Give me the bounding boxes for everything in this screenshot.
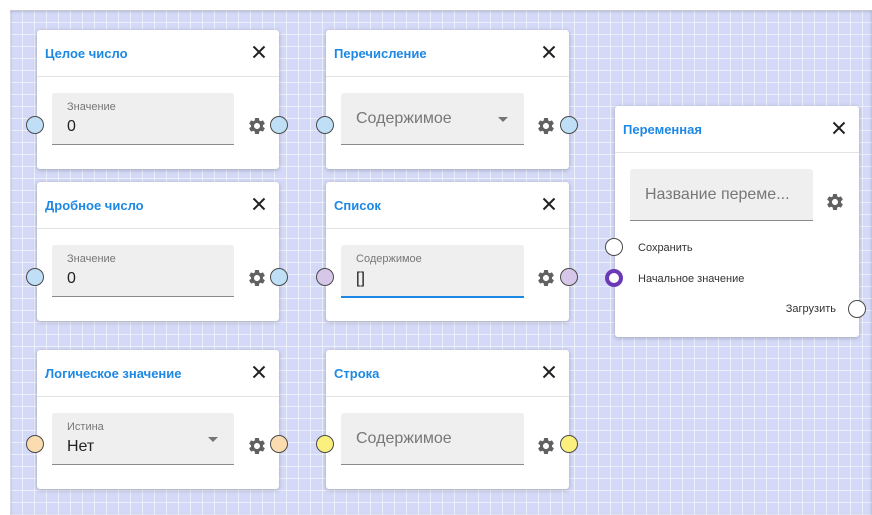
port-label-save: Сохранить [638, 242, 693, 254]
node-title: Строка [334, 366, 380, 381]
input-placeholder: Название переме... [645, 186, 790, 203]
gear-icon[interactable] [536, 436, 556, 456]
output-port[interactable] [270, 116, 288, 134]
port-label-load: Загрузить [785, 303, 836, 315]
close-icon[interactable] [541, 44, 557, 60]
field-value: 0 [67, 270, 76, 287]
close-icon[interactable] [251, 196, 267, 212]
output-port[interactable] [560, 268, 578, 286]
initial-value-port[interactable] [605, 269, 623, 287]
input-port[interactable] [26, 116, 44, 134]
variable-name-input[interactable]: Название переме... [630, 169, 813, 221]
node-string[interactable]: Строка Содержимое [326, 350, 569, 489]
value-field[interactable]: Значение 0 [52, 245, 234, 297]
node-header: Список [326, 182, 569, 229]
content-select[interactable]: Содержимое [341, 93, 524, 145]
output-port[interactable] [270, 268, 288, 286]
node-integer[interactable]: Целое число Значение 0 [37, 30, 279, 169]
field-value: Нет [67, 438, 95, 455]
field-label: Значение [67, 253, 116, 265]
field-value: 0 [67, 118, 76, 135]
close-icon[interactable] [541, 364, 557, 380]
content-field[interactable]: Содержимое [341, 413, 524, 465]
node-enum[interactable]: Перечисление Содержимое [326, 30, 569, 169]
output-port[interactable] [560, 435, 578, 453]
port-label-initial: Начальное значение [638, 273, 745, 285]
input-port[interactable] [316, 116, 334, 134]
gear-icon[interactable] [247, 436, 267, 456]
gear-icon[interactable] [247, 116, 267, 136]
input-port[interactable] [26, 268, 44, 286]
node-title: Целое число [45, 46, 128, 61]
node-boolean[interactable]: Логическое значение Истина Нет [37, 350, 279, 489]
output-port[interactable] [560, 116, 578, 134]
node-header: Строка [326, 350, 569, 397]
node-header: Переменная [615, 106, 859, 153]
chevron-down-icon [208, 437, 218, 442]
node-title: Перечисление [334, 46, 427, 61]
node-header: Перечисление [326, 30, 569, 77]
close-icon[interactable] [541, 196, 557, 212]
node-header: Целое число [37, 30, 279, 77]
close-icon[interactable] [831, 120, 847, 136]
field-value: [] [356, 270, 365, 287]
content-field[interactable]: Содержимое [] [341, 245, 524, 298]
gear-icon[interactable] [825, 192, 845, 212]
close-icon[interactable] [251, 364, 267, 380]
input-port[interactable] [26, 435, 44, 453]
field-label: Содержимое [356, 253, 422, 265]
node-title: Дробное число [45, 198, 144, 213]
gear-icon[interactable] [247, 268, 267, 288]
chevron-down-icon [498, 117, 508, 122]
save-port[interactable] [605, 238, 623, 256]
node-title: Список [334, 198, 381, 213]
node-title: Логическое значение [45, 366, 182, 381]
node-title: Переменная [623, 122, 702, 137]
gear-icon[interactable] [536, 116, 556, 136]
input-port[interactable] [316, 268, 334, 286]
node-header: Логическое значение [37, 350, 279, 397]
node-header: Дробное число [37, 182, 279, 229]
select-placeholder: Содержимое [356, 110, 452, 127]
output-port[interactable] [270, 435, 288, 453]
node-variable[interactable]: Переменная Название переме... Сохранить … [615, 106, 859, 337]
field-label: Истина [67, 421, 104, 433]
true-select[interactable]: Истина Нет [52, 413, 234, 465]
node-list[interactable]: Список Содержимое [] [326, 182, 569, 321]
close-icon[interactable] [251, 44, 267, 60]
input-port[interactable] [316, 435, 334, 453]
gear-icon[interactable] [536, 268, 556, 288]
node-float[interactable]: Дробное число Значение 0 [37, 182, 279, 321]
field-placeholder: Содержимое [356, 430, 452, 447]
field-label: Значение [67, 101, 116, 113]
value-field[interactable]: Значение 0 [52, 93, 234, 145]
load-port[interactable] [848, 300, 866, 318]
